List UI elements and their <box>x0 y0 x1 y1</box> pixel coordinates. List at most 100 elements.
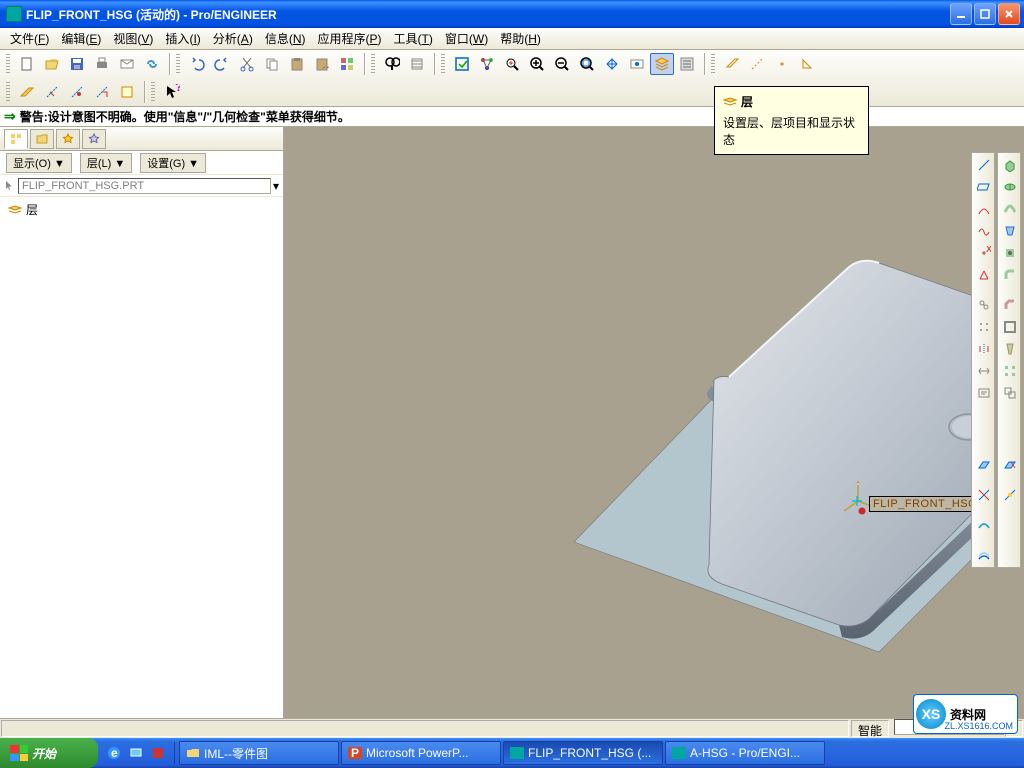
tool-copy-icon[interactable] <box>974 295 994 315</box>
copy-icon[interactable] <box>260 53 284 75</box>
sidebar-tab-favorites[interactable] <box>56 129 80 149</box>
print-icon[interactable] <box>90 53 114 75</box>
feat-revolve-icon[interactable] <box>1000 177 1020 197</box>
feat-shell-icon[interactable] <box>1000 317 1020 337</box>
sidebar-tab-folder[interactable] <box>30 129 54 149</box>
svg-text:…: … <box>322 57 330 71</box>
feat-copy-icon[interactable] <box>1000 383 1020 403</box>
layer-state-icon[interactable] <box>675 53 699 75</box>
tree-root-layer[interactable]: 层 <box>8 201 275 218</box>
analysis-draft-icon[interactable] <box>1000 485 1020 505</box>
sidebar-settings-button[interactable]: 设置(G) ▼ <box>140 153 206 173</box>
surf-offset-icon[interactable] <box>974 545 994 565</box>
feat-chamfer-icon[interactable] <box>1000 295 1020 315</box>
surf-merge-icon[interactable] <box>974 515 994 535</box>
regen-icon[interactable] <box>450 53 474 75</box>
menu-help[interactable]: 帮助(H) <box>494 28 547 49</box>
task-powerpoint[interactable]: PMicrosoft PowerP... <box>341 741 501 765</box>
sidebar-path-input[interactable] <box>18 178 271 194</box>
axis-filter2-icon[interactable] <box>65 81 89 103</box>
sketch-point-icon[interactable]: x <box>974 243 994 263</box>
feat-sweep-icon[interactable] <box>1000 199 1020 219</box>
sidebar-tab-tree[interactable] <box>4 129 28 149</box>
highlight-icon[interactable] <box>115 81 139 103</box>
tool-note-icon[interactable] <box>974 383 994 403</box>
feat-hole-icon[interactable] <box>1000 243 1020 263</box>
layers-icon[interactable] <box>650 53 674 75</box>
select-icon[interactable] <box>335 53 359 75</box>
tool-mirror-icon[interactable] <box>974 339 994 359</box>
relations-icon[interactable] <box>475 53 499 75</box>
zoom-out-icon[interactable] <box>550 53 574 75</box>
tool-pattern-icon[interactable] <box>974 317 994 337</box>
paste-icon[interactable] <box>285 53 309 75</box>
feat-extrude-icon[interactable] <box>1000 155 1020 175</box>
close-button[interactable] <box>998 3 1020 25</box>
find-icon[interactable] <box>380 53 404 75</box>
sidebar-layer-button[interactable]: 层(L) ▼ <box>80 153 132 173</box>
task-proe-current[interactable]: FLIP_FRONT_HSG (... <box>503 741 663 765</box>
menu-window[interactable]: 窗口(W) <box>439 28 494 49</box>
sketch-line-icon[interactable] <box>974 155 994 175</box>
menu-analysis[interactable]: 分析(A) <box>207 28 259 49</box>
menu-tools[interactable]: 工具(T) <box>388 28 439 49</box>
surf-extend-icon[interactable] <box>974 455 994 475</box>
open-icon[interactable] <box>40 53 64 75</box>
sketch-rect-icon[interactable] <box>974 177 994 197</box>
ql-app-icon[interactable] <box>148 742 168 764</box>
menu-edit[interactable]: 编辑(E) <box>55 28 107 49</box>
3d-viewport[interactable]: FLIP_FRONT_HSG <box>284 127 1024 725</box>
sidebar-tab-settings[interactable] <box>82 129 106 149</box>
layers-icon <box>8 205 22 215</box>
sketch-arc-icon[interactable] <box>974 199 994 219</box>
cut-icon[interactable] <box>235 53 259 75</box>
menu-apps[interactable]: 应用程序(P) <box>312 28 388 49</box>
tool-text-icon[interactable] <box>974 361 994 381</box>
datum-csys-icon[interactable] <box>795 53 819 75</box>
axis-filter3-icon[interactable] <box>90 81 114 103</box>
zoom-in-icon[interactable] <box>525 53 549 75</box>
sidebar-tree[interactable]: 层 <box>0 197 283 725</box>
task-folder[interactable]: IML--零件图 <box>179 741 339 765</box>
feat-blend-icon[interactable] <box>1000 221 1020 241</box>
feat-round-icon[interactable] <box>1000 265 1020 285</box>
datum-point-icon[interactable] <box>770 53 794 75</box>
start-button[interactable]: 开始 <box>0 738 98 768</box>
save-icon[interactable] <box>65 53 89 75</box>
view-mgr-icon[interactable] <box>625 53 649 75</box>
menu-view[interactable]: 视图(V) <box>107 28 159 49</box>
menu-file[interactable]: 文件(F) <box>4 28 55 49</box>
minimize-button[interactable] <box>950 3 972 25</box>
sketch-spline-icon[interactable] <box>974 221 994 241</box>
dropdown-icon[interactable]: ▾ <box>273 179 279 193</box>
maximize-button[interactable] <box>974 3 996 25</box>
mail-icon[interactable] <box>115 53 139 75</box>
task-proe-other[interactable]: A-HSG - Pro/ENGI... <box>665 741 825 765</box>
new-icon[interactable] <box>15 53 39 75</box>
feat-pattern-icon[interactable] <box>1000 361 1020 381</box>
ql-desktop-icon[interactable] <box>126 742 146 764</box>
zoom-select-icon[interactable] <box>500 53 524 75</box>
redo-icon[interactable] <box>210 53 234 75</box>
datum-axis-icon[interactable] <box>745 53 769 75</box>
surf-trim-icon[interactable] <box>974 485 994 505</box>
find-next-icon[interactable] <box>405 53 429 75</box>
link-icon[interactable] <box>140 53 164 75</box>
menu-insert[interactable]: 插入(I) <box>159 28 206 49</box>
sidebar-show-button[interactable]: 显示(O) ▼ <box>6 153 72 173</box>
sketch-csys-icon[interactable] <box>974 265 994 285</box>
undo-icon[interactable] <box>185 53 209 75</box>
proe-icon <box>672 747 686 759</box>
tooltip-layers: 层 设置层、层项目和显示状态 <box>714 86 869 155</box>
menu-info[interactable]: 信息(N) <box>259 28 312 49</box>
axis-filter1-icon[interactable] <box>40 81 64 103</box>
orient-icon[interactable] <box>600 53 624 75</box>
help-pointer-icon[interactable]: ? <box>160 81 184 103</box>
feat-draft-icon[interactable] <box>1000 339 1020 359</box>
plane-select-icon[interactable] <box>15 81 39 103</box>
ql-ie-icon[interactable]: e <box>104 742 124 764</box>
paste-special-icon[interactable]: … <box>310 53 334 75</box>
datum-plane-icon[interactable] <box>720 53 744 75</box>
zoom-fit-icon[interactable] <box>575 53 599 75</box>
style-icon[interactable] <box>1000 455 1020 475</box>
